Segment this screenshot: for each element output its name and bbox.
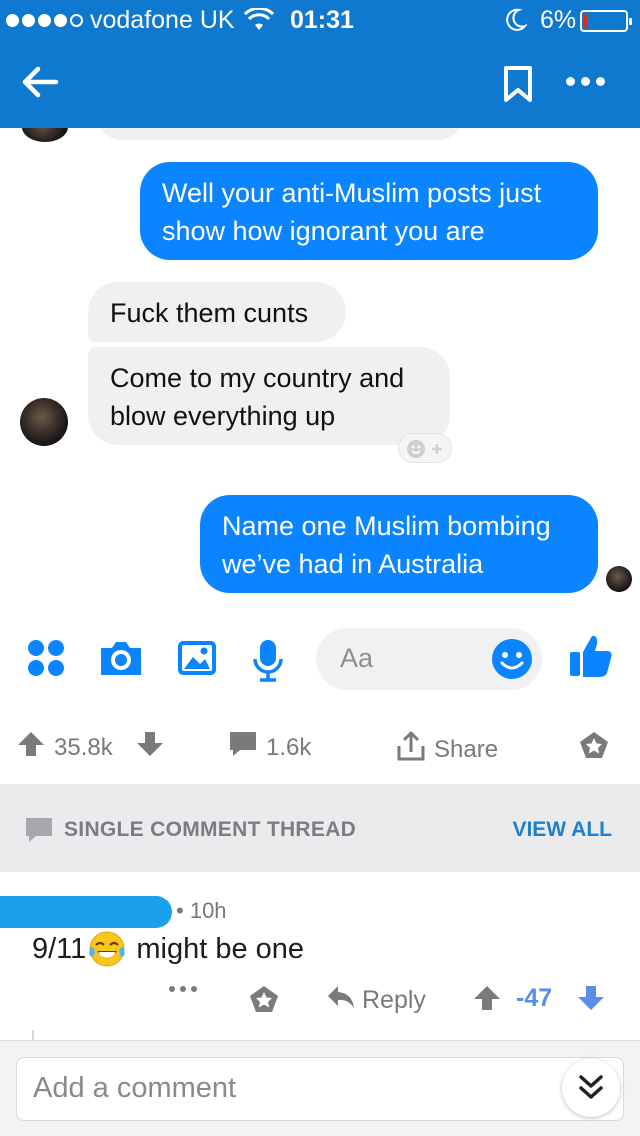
share-icon: [396, 730, 426, 769]
status-bar: vodafone UK 01:31 6%: [0, 0, 640, 40]
vote-group: 35.8k: [16, 730, 165, 765]
comment-count: 1.6k: [266, 733, 312, 761]
award-button[interactable]: [578, 730, 610, 767]
message-bubble-incoming: Come to my country and blow everything u…: [88, 347, 450, 445]
comment-text-before: 9/11: [32, 932, 87, 965]
carrier-name: vodafone UK: [90, 6, 235, 34]
comment-timestamp: • 10h: [176, 898, 227, 923]
camera-icon[interactable]: [98, 638, 144, 683]
add-comment-bar: Add a comment: [0, 1040, 640, 1136]
read-receipt-avatar: [606, 566, 632, 592]
more-icon[interactable]: [560, 66, 610, 96]
app-header: vodafone UK 01:31 6%: [0, 0, 640, 128]
message-bubble-incoming: Fuck them cunts: [88, 282, 346, 342]
reply-label: Reply: [362, 986, 426, 1014]
add-comment-placeholder: Add a comment: [33, 1072, 237, 1104]
wifi-icon: [243, 6, 275, 39]
avatar: [22, 128, 68, 142]
comment-more-icon[interactable]: [168, 984, 198, 994]
comment-downvote-icon[interactable]: [576, 984, 606, 1012]
signal-strength-icon: [6, 14, 83, 27]
downvote-arrow-icon[interactable]: [135, 730, 165, 765]
thread-label: SINGLE COMMENT THREAD: [64, 818, 357, 841]
comment-score: -47: [516, 984, 553, 1012]
comment: • 10h 9/11 might be one Reply -47: [0, 872, 640, 1042]
post-action-bar: 35.8k 1.6k Share: [0, 708, 640, 784]
apps-grid-icon[interactable]: [26, 638, 66, 683]
thumbs-up-icon[interactable]: [568, 632, 614, 685]
bookmark-icon[interactable]: [500, 64, 536, 104]
view-all-link[interactable]: VIEW ALL: [512, 818, 612, 842]
message-input-placeholder: Aa: [340, 643, 374, 673]
add-reaction-icon[interactable]: [398, 433, 452, 463]
message-bubble-cropped: [96, 128, 464, 140]
gallery-icon[interactable]: [176, 638, 218, 683]
add-comment-input[interactable]: Add a comment: [16, 1057, 624, 1121]
battery-icon: [580, 10, 632, 32]
comment-award-icon[interactable]: [248, 984, 280, 1014]
comment-time: 10h: [189, 898, 227, 923]
tears-of-joy-emoji-icon: [88, 930, 126, 968]
comment-text-after: might be one: [128, 932, 305, 965]
comment-upvote-icon[interactable]: [472, 984, 502, 1012]
reply-button[interactable]: Reply: [326, 984, 426, 1017]
reply-arrow-icon: [326, 984, 356, 1017]
comment-bubble-icon: [228, 730, 258, 765]
comment-text: 9/11 might be one: [32, 930, 304, 968]
message-bubble-outgoing: Well your anti-Muslim posts just show ho…: [140, 162, 598, 260]
redacted-username: [0, 896, 172, 928]
back-arrow-icon[interactable]: [18, 60, 62, 104]
sender-avatar: [20, 398, 68, 446]
microphone-icon[interactable]: [250, 638, 286, 687]
share-label: Share: [434, 735, 499, 763]
comment-thread-header: SINGLE COMMENT THREAD VIEW ALL: [0, 784, 640, 872]
share-button[interactable]: Share: [396, 730, 498, 769]
message-composer: Aa: [0, 628, 640, 694]
comment-thread-icon: [24, 816, 54, 849]
jump-to-bottom-button[interactable]: [562, 1059, 620, 1117]
do-not-disturb-moon-icon: [505, 8, 528, 39]
messenger-screenshot: Well your anti-Muslim posts just show ho…: [0, 128, 640, 708]
message-bubble-outgoing: Name one Muslim bombing we’ve had in Aus…: [200, 495, 598, 593]
emoji-icon[interactable]: [490, 637, 534, 686]
battery-percent: 6%: [540, 6, 577, 34]
comments-button[interactable]: 1.6k: [228, 730, 311, 765]
upvote-arrow-icon[interactable]: [16, 730, 46, 765]
award-icon: [578, 730, 610, 767]
double-chevron-down-icon: [577, 1073, 605, 1108]
clock: 01:31: [290, 6, 354, 34]
message-input[interactable]: Aa: [316, 628, 542, 690]
comment-actions: Reply -47: [0, 980, 640, 1024]
upvote-count: 35.8k: [54, 733, 113, 761]
